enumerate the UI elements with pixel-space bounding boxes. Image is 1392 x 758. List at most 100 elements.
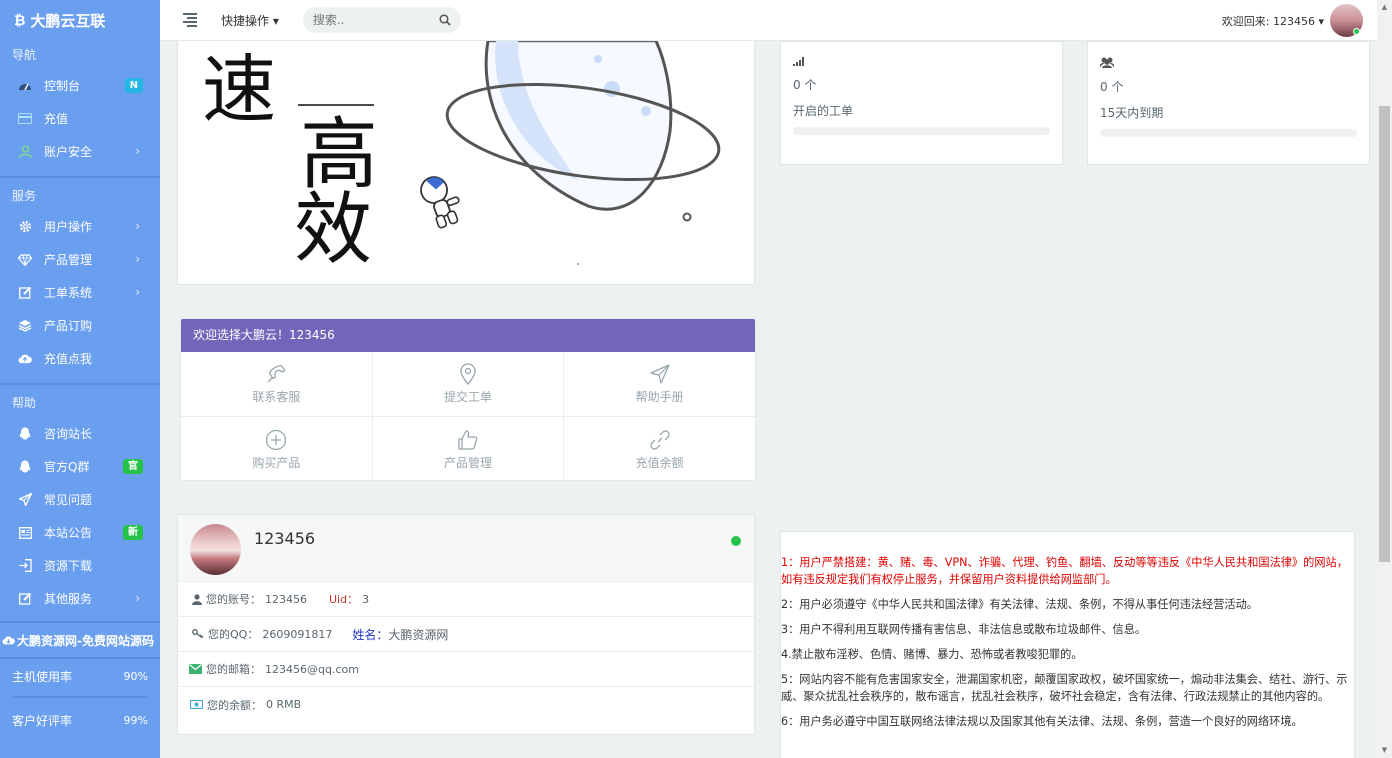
page-scrollbar[interactable]: ▲ ▼ (1377, 0, 1392, 758)
divider (0, 176, 160, 178)
sidebar-item-consult[interactable]: 咨询站长 (0, 417, 160, 450)
sidebar-item-announcement[interactable]: 本站公告 新 (0, 516, 160, 549)
divider (0, 657, 160, 659)
sidebar-item-recharge-me[interactable]: 充值点我 (0, 342, 160, 375)
search-box (302, 7, 461, 33)
navigation-icon (649, 363, 671, 385)
qq-value: 2609091817 (262, 627, 333, 641)
new-badge: N (124, 78, 143, 93)
link-icon (649, 429, 671, 451)
uid-label: Uid： (329, 593, 359, 606)
bitcoin-icon: ₿ (14, 13, 26, 29)
edit-icon (18, 286, 32, 300)
sidebar-item-account-security[interactable]: 账户安全 › (0, 135, 160, 168)
rule-3: 3：用户不得利用互联网传播有害信息、非法信息或散布垃圾邮件、信息。 (781, 623, 1147, 636)
sidebar-item-label: 账户安全 (44, 145, 93, 159)
key-icon (192, 629, 204, 639)
account-label: 您的账号： (206, 593, 261, 606)
expiring-count: 0 个 (1100, 80, 1124, 94)
customer-rating-stat: 客户好评率 99% (0, 706, 160, 736)
dashboard-icon (18, 79, 32, 93)
sidebar-item-label: 官方Q群 (44, 460, 90, 474)
planet-graphic (445, 41, 721, 265)
sidebar-item-dashboard[interactable]: 控制台 N (0, 69, 160, 102)
rule-6: 6：用户务必遵守中国互联网络法律法规以及国家其他有关法律、法规、条例，营造一个良… (781, 715, 1303, 728)
sidebar-item-label: 产品管理 (44, 253, 93, 267)
astronaut-graphic (420, 176, 460, 229)
top-header: 快捷操作 ▾ 欢迎回来: 123456 ▾ (160, 0, 1377, 41)
sidebar-item-ticket-system[interactable]: 工单系统 › (0, 276, 160, 309)
product-management-button[interactable]: 产品管理 (373, 417, 565, 482)
sidebar-item-user-ops[interactable]: 用户操作 › (0, 210, 160, 243)
stat-label: 客户好评率 (12, 714, 73, 728)
sidebar-item-recharge[interactable]: 充值 (0, 102, 160, 135)
qq-row: 您的QQ： 2609091817 姓名： 大鹏资源网 (178, 617, 754, 652)
cloud-upload-icon (18, 352, 32, 366)
new-badge: 新 (123, 525, 143, 540)
sidebar-promo-link[interactable]: 大鹏资源网-免费网站源码 (0, 623, 160, 657)
money-icon (190, 700, 203, 709)
scroll-up-arrow-icon[interactable]: ▲ (1377, 0, 1392, 15)
stat-label: 主机使用率 (12, 670, 73, 684)
host-usage-bar (12, 696, 148, 698)
section-title-service: 服务 (12, 189, 37, 203)
sidebar-item-label: 控制台 (44, 79, 81, 93)
sidebar-item-product-mgmt[interactable]: 产品管理 › (0, 243, 160, 276)
rule-2: 2：用户必须遵守《中华人民共和国法律》有关法律、法规、条例，不得从事任何违法经营… (781, 598, 1258, 611)
banner-char-speed: 速 (202, 47, 276, 133)
sidebar-item-faq[interactable]: 常见问题 (0, 483, 160, 516)
user-icon (192, 593, 202, 605)
uid-value: 3 (362, 592, 370, 606)
progress-bar (1100, 129, 1357, 137)
scroll-down-arrow-icon[interactable]: ▼ (1377, 743, 1392, 758)
search-icon[interactable] (439, 14, 451, 26)
quick-label: 产品管理 (444, 455, 493, 470)
news-icon (18, 526, 32, 540)
brand[interactable]: ₿ 大鹏云互联 (0, 0, 160, 41)
recharge-balance-button[interactable]: 充值余额 (564, 417, 755, 482)
online-status-dot (1353, 28, 1360, 35)
penguin-icon (18, 460, 32, 474)
quick-panel-title: 欢迎选择大鹏云！123456 (181, 319, 755, 352)
open-tickets-label: 开启的工单 (793, 104, 854, 118)
chevron-right-icon: › (135, 591, 140, 605)
help-manual-button[interactable]: 帮助手册 (564, 352, 755, 416)
user-name: 123456 (254, 529, 316, 548)
avatar (190, 524, 241, 575)
quick-label: 提交工单 (444, 390, 493, 404)
sidebar-item-other-services[interactable]: 其他服务 › (0, 582, 160, 615)
contact-support-button[interactable]: 联系客服 (181, 352, 373, 416)
sign-in-icon (18, 559, 32, 573)
sidebar-item-label: 产品订购 (44, 319, 93, 333)
menu-toggle-icon[interactable] (183, 13, 197, 27)
divider (0, 383, 160, 385)
open-tickets-card: 0 个 开启的工单 (780, 41, 1063, 165)
stat-value: 90% (123, 670, 148, 683)
email-label: 您的邮箱： (206, 663, 261, 676)
buy-product-button[interactable]: 购买产品 (181, 417, 373, 482)
quick-label: 帮助手册 (635, 390, 684, 404)
sidebar-item-label: 常见问题 (44, 493, 93, 507)
chevron-right-icon: › (135, 219, 140, 233)
search-input[interactable] (312, 13, 433, 27)
user-menu-dropdown[interactable]: 欢迎回来: 123456 ▾ (1222, 13, 1324, 29)
sidebar-item-label: 用户操作 (44, 220, 93, 234)
map-pin-icon (459, 363, 477, 385)
open-tickets-count: 0 个 (793, 78, 817, 92)
sidebar-item-label: 充值 (44, 112, 69, 126)
account-row: 您的账号： 123456 Uid： 3 (178, 582, 754, 617)
gear-icon (18, 220, 32, 234)
stat-value: 99% (123, 714, 148, 727)
diamond-icon (18, 253, 32, 267)
thumbs-up-icon (457, 429, 479, 451)
promo-label: 大鹏资源网-免费网站源码 (17, 633, 154, 648)
user-info-card: 123456 您的账号： 123456 Uid： 3 您的QQ： 2609091… (177, 514, 755, 735)
quick-ops-dropdown[interactable]: 快捷操作 ▾ (221, 12, 279, 29)
scrollbar-thumb[interactable] (1379, 106, 1390, 562)
sidebar-item-qq-group[interactable]: 官方Q群 官 (0, 450, 160, 483)
banner-char-efficient: 效 (294, 185, 372, 275)
qq-label: 您的QQ： (208, 628, 259, 641)
sidebar-item-resource-download[interactable]: 资源下载 (0, 549, 160, 582)
sidebar-item-product-order[interactable]: 产品订购 (0, 309, 160, 342)
submit-ticket-button[interactable]: 提交工单 (373, 352, 565, 416)
